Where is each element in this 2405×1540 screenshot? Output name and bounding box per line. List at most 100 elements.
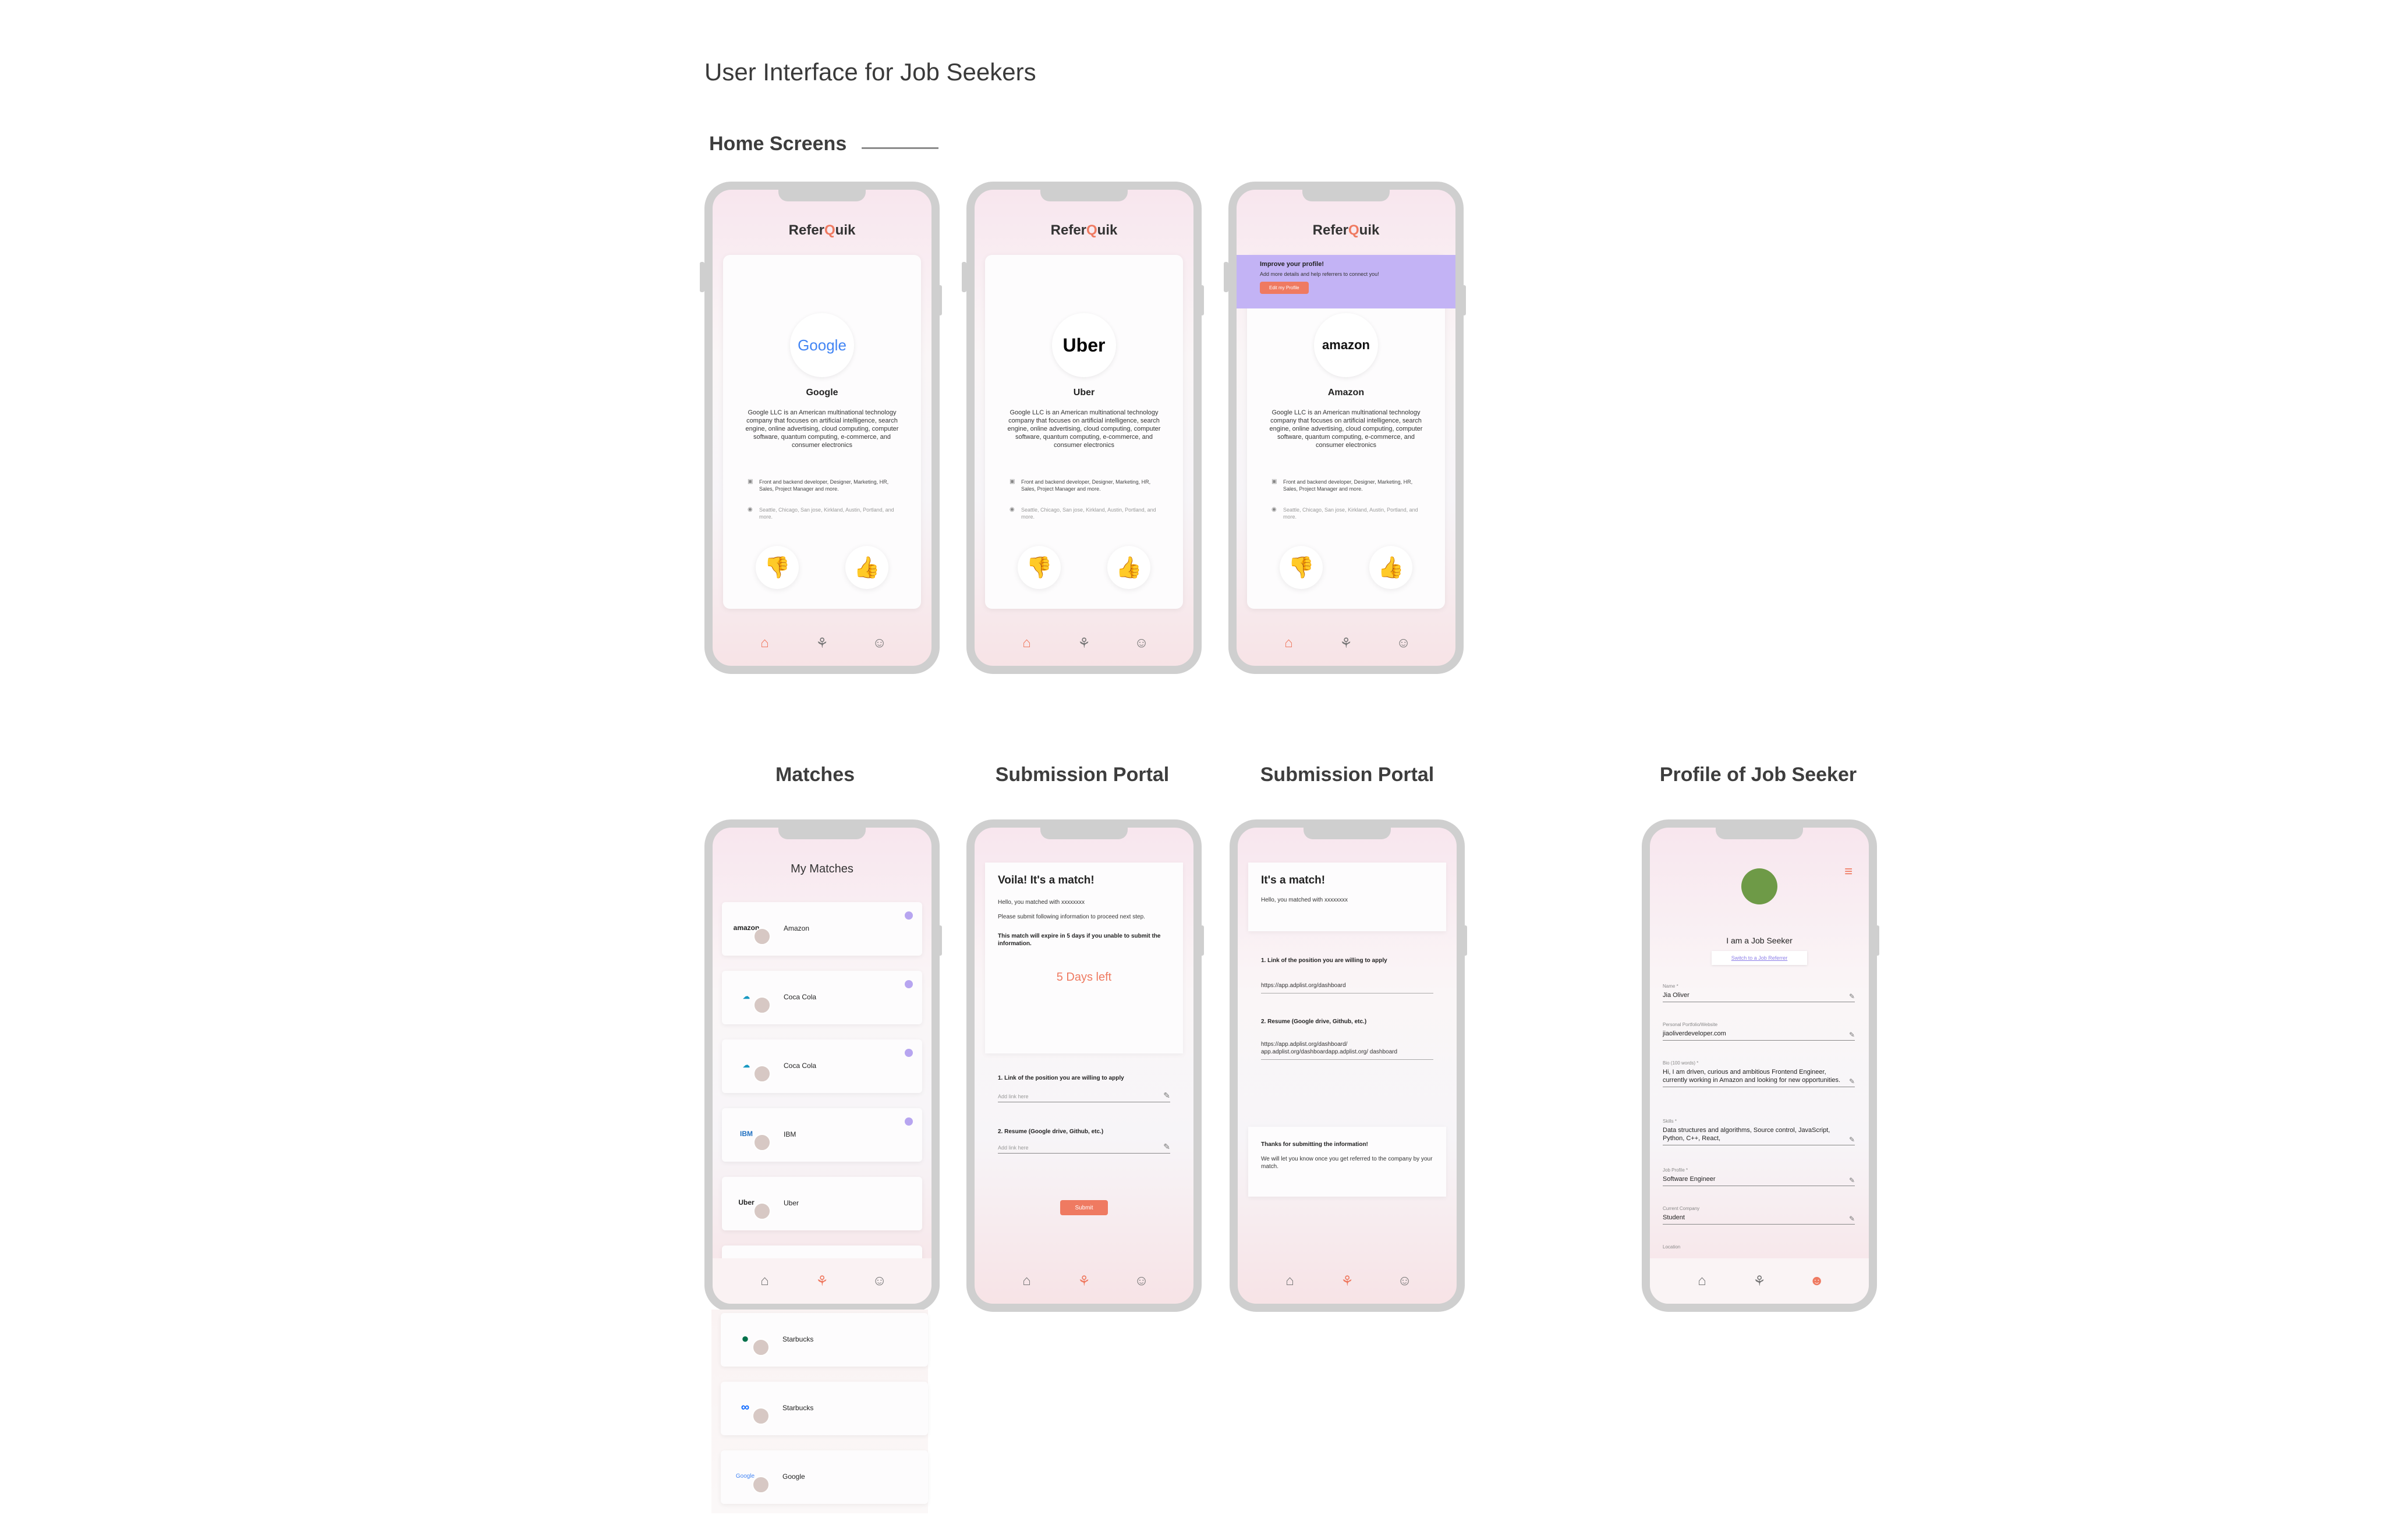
bottom-nav: ⌂ ⚘ ☻ [1650, 1258, 1869, 1304]
unread-dot [905, 1049, 913, 1057]
question-2: 2. Resume (Google drive, Github, etc.) [1261, 1019, 1367, 1025]
profile-icon[interactable]: ☺ [1393, 1269, 1416, 1293]
job-profile-field[interactable]: Job Profile * Software Engineer ✎ [1663, 1168, 1855, 1186]
profile-icon[interactable]: ☺ [868, 1269, 891, 1293]
list-item[interactable]: Google Google [721, 1450, 928, 1504]
app-logo: ReferQuik [1050, 222, 1118, 238]
pencil-icon: ✎ [1163, 1091, 1170, 1100]
matches-icon[interactable]: ⚘ [810, 631, 834, 655]
bio-field[interactable]: Bio (100 words) * Hi, I am driven, curio… [1663, 1060, 1855, 1087]
phone-side-button [1875, 925, 1879, 956]
match-info-card: Voila! It's a match! Hello, you matched … [985, 863, 1183, 1053]
phone-side-button [937, 285, 942, 315]
avatar [753, 1134, 771, 1151]
list-item[interactable]: Uber Uber [722, 1177, 922, 1230]
location-field[interactable]: Location [1663, 1244, 1855, 1250]
list-item[interactable]: ☁ Coca Cola [722, 1039, 922, 1093]
phone-notch [778, 828, 866, 839]
phone-home-google: ReferQuik Google Google Google LLC is an… [704, 182, 940, 674]
profile-icon[interactable]: ☻ [1805, 1269, 1829, 1293]
section-title-matches: Matches [775, 764, 855, 786]
pencil-icon: ✎ [1848, 1077, 1855, 1085]
unread-dot [905, 1117, 913, 1126]
hamburger-menu-icon[interactable]: ≡ [1844, 864, 1853, 880]
match-name: Google [782, 1472, 805, 1481]
profile-icon[interactable]: ☺ [1130, 631, 1153, 655]
profile-icon[interactable]: ☺ [1392, 631, 1415, 655]
home-icon[interactable]: ⌂ [753, 631, 776, 655]
match-name: IBM [784, 1130, 796, 1138]
list-item[interactable]: ☁ Coca Cola [722, 971, 922, 1024]
matches-icon[interactable]: ⚘ [1336, 1269, 1359, 1293]
home-icon[interactable]: ⌂ [1015, 631, 1038, 655]
company-card[interactable]: Uber Uber Google LLC is an American mult… [985, 255, 1183, 609]
home-icon[interactable]: ⌂ [1015, 1269, 1038, 1293]
improve-profile-banner: Improve your profile! Add more details a… [1237, 255, 1455, 308]
submitted-answers: 1. Link of the position you are willing … [1248, 942, 1446, 1116]
phone-side-button [1199, 925, 1204, 956]
home-icon[interactable]: ⌂ [1277, 631, 1300, 655]
skills-field[interactable]: Skills * Data structures and algorithms,… [1663, 1119, 1855, 1145]
thumbs-down-button[interactable]: 👎 [1018, 546, 1061, 589]
bottom-nav: ⌂ ⚘ ☺ [713, 620, 931, 666]
thumbs-down-button[interactable]: 👎 [756, 546, 799, 589]
current-company-field[interactable]: Current Company Student ✎ [1663, 1206, 1855, 1225]
expiry-notice: This match will expire in 5 days if you … [998, 933, 1161, 947]
thumbs-down-icon: 👎 [764, 555, 791, 579]
home-icon[interactable]: ⌂ [753, 1269, 776, 1293]
phone-profile: ≡ I am a Job Seeker Switch to a Job Refe… [1642, 819, 1877, 1312]
match-name: Coca Cola [784, 1062, 817, 1070]
home-icon[interactable]: ⌂ [1690, 1269, 1713, 1293]
phone-side-button [1462, 925, 1467, 956]
avatar [753, 928, 771, 945]
phone-side-button [700, 262, 704, 292]
pencil-icon: ✎ [1848, 992, 1855, 1000]
avatar [753, 1065, 771, 1083]
matches-icon[interactable]: ⚘ [1072, 631, 1096, 655]
match-name: Uber [784, 1199, 799, 1207]
days-left: 5 Days left [1056, 971, 1112, 984]
section-title-profile: Profile of Job Seeker [1659, 764, 1857, 786]
thumbs-down-button[interactable]: 👎 [1280, 546, 1323, 589]
resume-link-input[interactable]: Add link here ✎ [998, 1142, 1170, 1154]
match-title: It's a match! [1261, 874, 1326, 886]
profile-icon[interactable]: ☺ [1130, 1269, 1153, 1293]
matches-icon[interactable]: ⚘ [1334, 631, 1358, 655]
switch-role-button[interactable]: Switch to a Job Referrer [1712, 951, 1807, 965]
pencil-icon: ✎ [1848, 1031, 1855, 1039]
list-item[interactable]: amazon Amazon [722, 902, 922, 956]
name-field[interactable]: Name * Jia Oliver ✎ [1663, 984, 1855, 1002]
phone-notch [1040, 828, 1128, 839]
submit-button[interactable]: Submit [1060, 1200, 1108, 1215]
list-item[interactable]: ∞ Starbucks [721, 1382, 928, 1435]
roles-row: ▣ Front and backend developer, Designer, … [1271, 478, 1413, 492]
website-field[interactable]: Personal Portfolio/Website jiaoliverdeve… [1663, 1022, 1855, 1041]
home-icon[interactable]: ⌂ [1278, 1269, 1301, 1293]
position-link-input[interactable]: Add link here ✎ [998, 1091, 1170, 1102]
company-description: Google LLC is an American multinational … [1007, 409, 1161, 449]
thanks-title: Thanks for submitting the information! [1261, 1141, 1368, 1148]
edit-profile-button[interactable]: Edit my Profile [1260, 282, 1309, 294]
matches-icon[interactable]: ⚘ [1072, 1269, 1096, 1293]
avatar [752, 1476, 770, 1493]
matches-icon[interactable]: ⚘ [810, 1269, 834, 1293]
divider [862, 147, 938, 149]
thumbs-up-button[interactable]: 👍 [1107, 546, 1150, 589]
list-item[interactable]: IBM IBM [722, 1108, 922, 1162]
profile-icon[interactable]: ☺ [868, 631, 891, 655]
thumbs-up-button[interactable]: 👍 [1369, 546, 1412, 589]
phone-home-amazon: ReferQuik Improve your profile! Add more… [1228, 182, 1464, 674]
banner-title: Improve your profile! [1260, 261, 1324, 268]
phone-home-uber: ReferQuik Uber Uber Google LLC is an Ame… [966, 182, 1202, 674]
matches-icon[interactable]: ⚘ [1748, 1269, 1771, 1293]
company-card[interactable]: Google Google Google LLC is an American … [723, 255, 921, 609]
avatar [752, 1407, 770, 1425]
match-name: Coca Cola [784, 993, 817, 1001]
thumbs-up-button[interactable]: 👍 [845, 546, 888, 589]
thanks-card: Thanks for submitting the information! W… [1248, 1127, 1446, 1197]
unread-dot [905, 911, 913, 920]
list-item[interactable]: ● Starbucks [721, 1313, 928, 1367]
briefcase-icon: ▣ [1010, 478, 1015, 485]
phone-notch [1302, 190, 1390, 201]
thumbs-up-icon: 👍 [1377, 555, 1404, 579]
